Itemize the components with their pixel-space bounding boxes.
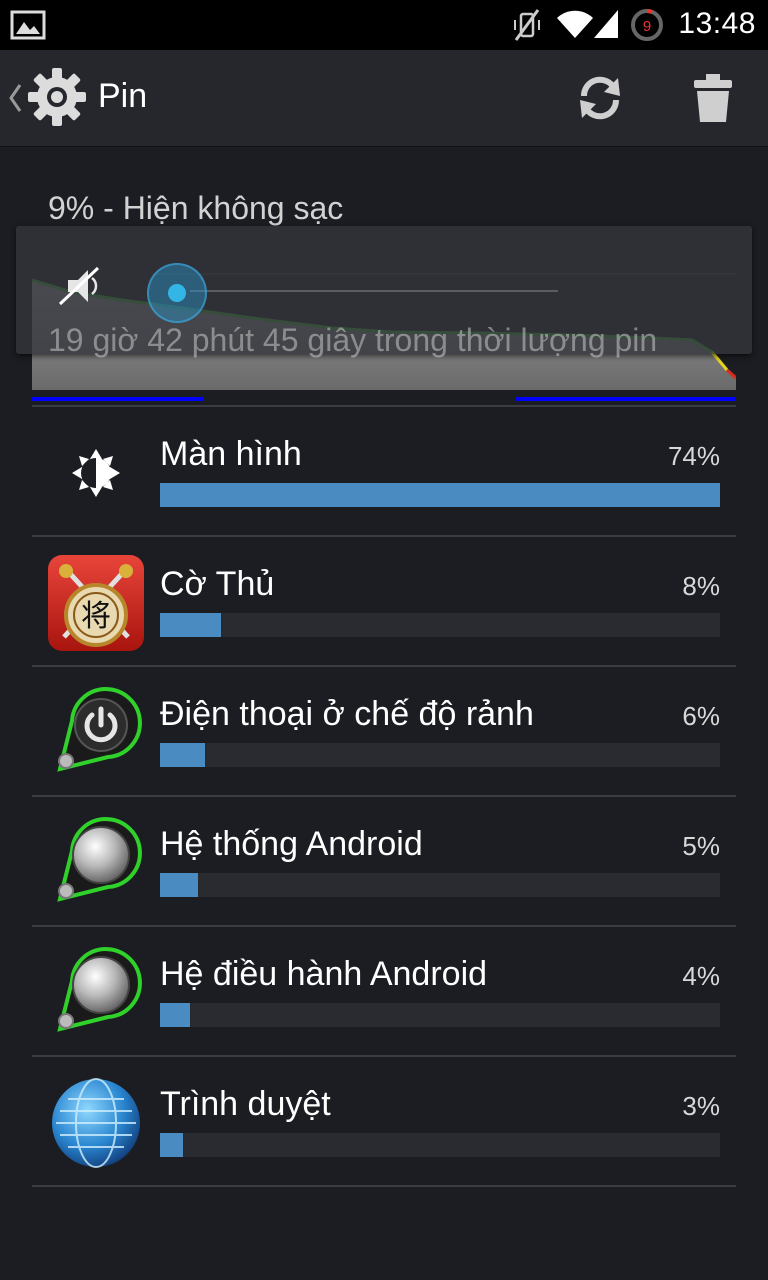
status-bar: 9 13:48 [0,0,768,50]
volume-slider-thumb[interactable] [147,263,207,323]
chinese-chess-app-icon: 将 [48,555,144,651]
action-bar: Pin [0,50,768,147]
usage-bar-track [160,743,720,767]
screen-on-indicator-1 [32,397,204,401]
usage-bar-track [160,873,720,897]
android-system-icon [57,817,142,902]
volume-slider-track[interactable] [190,290,558,292]
back-chevron-icon[interactable] [8,83,22,113]
battery-duration-text: 19 giờ 42 phút 45 giây trong thời lượng … [48,322,658,358]
battery-status-text: 9% - Hiện không sạc [48,190,344,226]
usage-bar-fill [160,483,720,507]
screen-on-indicator-2 [516,397,736,401]
usage-item-name: Hệ thống Android [160,825,423,863]
vibrate-muted-icon [514,9,540,41]
clock: 13:48 [678,7,756,40]
page-title: Pin [98,77,148,115]
trash-icon[interactable] [690,72,736,124]
power-button-icon [57,687,142,772]
usage-item-percent: 6% [682,701,720,731]
usage-item-percent: 3% [682,1091,720,1121]
usage-item-name: Cờ Thủ [160,565,275,603]
gallery-icon [10,10,46,40]
usage-item-name: Màn hình [160,435,302,473]
list-item[interactable]: Hệ điều hành Android 4% [32,925,736,1057]
settings-gear-icon[interactable] [26,66,88,128]
usage-bar-fill [160,873,198,897]
usage-bar-track [160,1133,720,1157]
usage-bar-track [160,483,720,507]
list-item[interactable]: Trình duyệt 3% [32,1055,736,1187]
list-item[interactable]: Màn hình 74% [32,405,736,537]
svg-text:将: 将 [81,599,111,634]
usage-item-percent: 5% [682,831,720,861]
speaker-muted-icon[interactable] [56,264,104,308]
android-os-icon [57,947,142,1032]
list-item[interactable]: 将 Cờ Thủ 8% [32,535,736,667]
usage-item-percent: 8% [682,571,720,601]
usage-bar-fill [160,743,206,767]
usage-item-percent: 4% [682,961,720,991]
usage-bar-fill [160,613,221,637]
screen-brightness-icon [72,449,120,497]
usage-bar-track [160,1003,720,1027]
usage-item-name: Trình duyệt [160,1085,331,1123]
usage-item-percent: 74% [667,441,720,471]
notification-count: 9 [643,18,651,35]
signal-icon [594,10,618,38]
list-item[interactable]: Hệ thống Android 5% [32,795,736,927]
usage-item-name: Hệ điều hành Android [160,955,488,993]
usage-bar-fill [160,1133,183,1157]
list-item[interactable]: Điện thoại ở chế độ rảnh 6% [32,665,736,797]
usage-bar-track [160,613,720,637]
refresh-icon[interactable] [574,72,626,124]
notification-count-icon: 9 [631,9,663,41]
usage-item-name: Điện thoại ở chế độ rảnh [160,695,534,733]
browser-globe-icon [52,1078,140,1168]
usage-bar-fill [160,1003,191,1027]
wifi-icon [557,10,593,38]
